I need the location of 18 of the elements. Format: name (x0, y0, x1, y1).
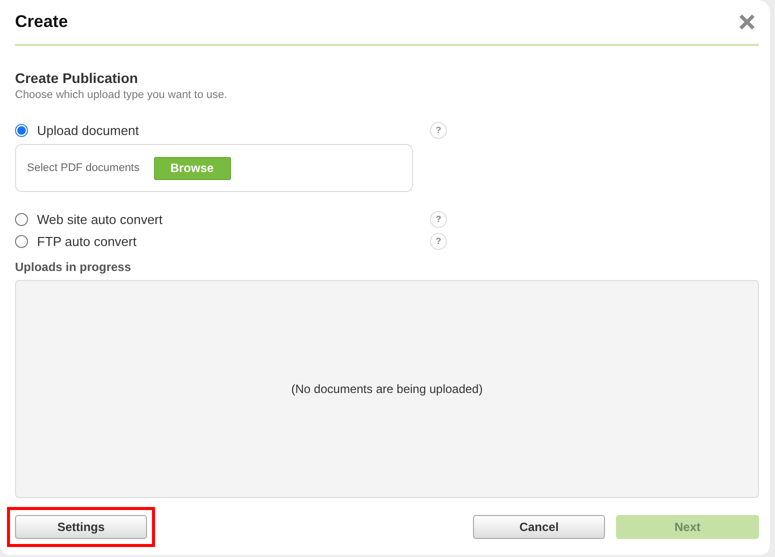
help-button[interactable]: ? (430, 210, 447, 228)
empty-message: (No documents are being uploaded) (291, 382, 483, 396)
close-icon[interactable] (739, 14, 755, 30)
option-label[interactable]: FTP auto convert (37, 234, 430, 248)
radio-button[interactable] (15, 234, 28, 248)
help-button[interactable]: ? (430, 122, 447, 138)
panel-label: Select PDF documents (27, 162, 140, 174)
option-label[interactable]: Web site auto convert (37, 212, 430, 226)
option-label[interactable]: Upload document (37, 122, 430, 138)
uploads-heading: Uploads in progress (15, 260, 132, 274)
section-description: Choose which upload type you want to use. (15, 89, 228, 101)
dialog-button[interactable]: Settings (15, 515, 147, 539)
section-heading: Create Publication (15, 70, 139, 86)
dialog-title: Create (15, 12, 68, 32)
dialog-button[interactable]: Cancel (473, 515, 605, 539)
radio-button[interactable] (15, 124, 28, 136)
help-button[interactable]: ? (430, 232, 447, 250)
radio-button[interactable] (15, 212, 28, 226)
